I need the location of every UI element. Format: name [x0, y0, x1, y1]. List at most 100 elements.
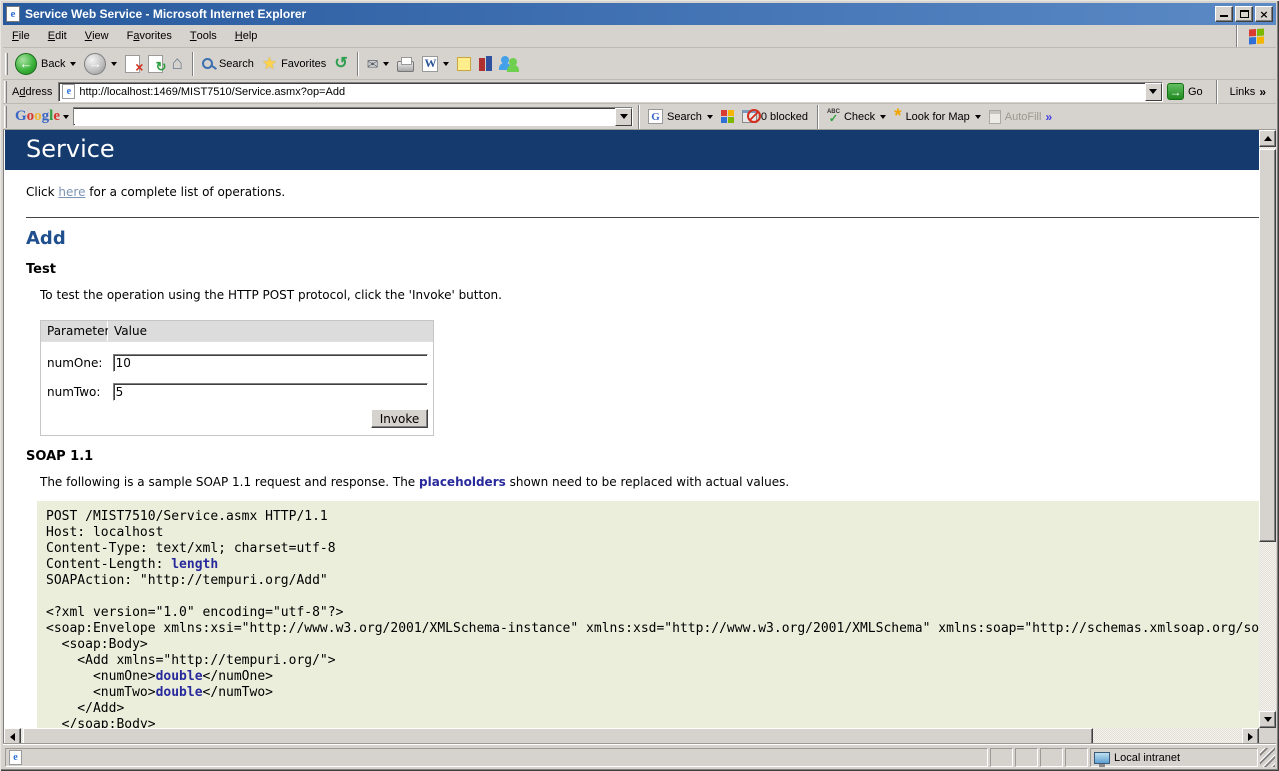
research-button[interactable] [475, 54, 496, 73]
web-page: Service Click here for a complete list o… [5, 130, 1259, 728]
menu-label: E [48, 30, 55, 42]
browser-viewport: Service Click here for a complete list o… [3, 130, 1276, 745]
edit-with-word-button[interactable]: W [418, 54, 453, 74]
google-search-button[interactable]: G Search [644, 107, 717, 126]
home-button[interactable]: ⌂ [167, 52, 186, 75]
edit-dropdown-icon[interactable] [443, 62, 449, 66]
status-pane [1040, 748, 1063, 767]
scroll-down-button[interactable] [1259, 711, 1276, 728]
search-button[interactable]: Search [198, 56, 258, 72]
code-line: <?xml version="1.0" encoding="utf-8"?> [46, 605, 1259, 621]
arrow-left-icon [10, 733, 15, 741]
status-main-pane: e [5, 748, 988, 767]
forward-button[interactable]: → [80, 51, 121, 77]
favorites-button[interactable]: ★ Favorites [258, 53, 331, 74]
scroll-up-button[interactable] [1259, 130, 1276, 147]
google-search-input[interactable] [74, 109, 615, 124]
table-header-row: Parameter Value [41, 321, 433, 342]
arrow-down-icon [1264, 717, 1272, 722]
forward-dropdown-icon[interactable] [111, 62, 117, 66]
menu-tools[interactable]: Tools [181, 25, 226, 47]
test-description: To test the operation using the HTTP POS… [40, 288, 1259, 302]
menu-help[interactable]: Help [226, 25, 267, 47]
vertical-scrollbar[interactable] [1259, 130, 1276, 728]
minimize-button[interactable] [1215, 6, 1233, 22]
vertical-scroll-thumb[interactable] [1259, 149, 1276, 542]
autofill-icon [989, 110, 1001, 124]
look-for-map-button[interactable]: * Look for Map [890, 109, 985, 125]
maximize-button[interactable] [1235, 6, 1253, 22]
check-mark-icon: ✓ [829, 114, 838, 125]
address-input[interactable] [79, 84, 1141, 100]
refresh-button[interactable]: ↻ [144, 53, 167, 75]
scroll-right-button[interactable] [1242, 728, 1259, 745]
horizontal-scrollbar[interactable] [4, 728, 1259, 745]
check-label: Check [844, 111, 875, 123]
scroll-left-button[interactable] [4, 728, 21, 745]
addressbar-grip[interactable] [4, 81, 7, 103]
back-button[interactable]: ← Back [11, 51, 80, 77]
map-dropdown-icon[interactable] [975, 115, 981, 119]
column-header-value: Value [108, 321, 433, 341]
status-pane [1065, 748, 1088, 767]
refresh-icon: ↻ [148, 55, 163, 73]
code-line: Host: localhost [46, 525, 1259, 541]
address-label-text: dress [25, 86, 52, 98]
menu-view[interactable]: View [76, 25, 118, 47]
google-logo-letter: e [53, 108, 60, 125]
close-button[interactable]: × [1255, 6, 1273, 22]
parameter-table: Parameter Value numOne: numTwo: Invoke [40, 320, 434, 436]
menu-file[interactable]: File [3, 25, 39, 47]
maximize-icon [1240, 10, 1249, 18]
numone-input[interactable] [113, 354, 428, 372]
print-icon [397, 61, 414, 72]
back-dropdown-icon[interactable] [70, 62, 76, 66]
code-line: SOAPAction: "http://tempuri.org/Add" [46, 573, 1259, 589]
googlebar-grip[interactable] [4, 106, 7, 128]
resize-grip[interactable] [1260, 748, 1275, 767]
menu-favorites[interactable]: Favorites [118, 25, 181, 47]
history-button[interactable]: ↺ [330, 54, 351, 74]
autofill-button[interactable]: AutoFill [985, 108, 1046, 126]
toolbar-grip[interactable] [5, 53, 8, 75]
mail-dropdown-icon[interactable] [383, 62, 389, 66]
google-search-dropdown-button[interactable] [615, 108, 632, 126]
stop-button[interactable]: × [121, 53, 144, 75]
links-bar[interactable]: Links » [1222, 85, 1274, 99]
spellcheck-icon: ABC✓ [827, 109, 840, 125]
table-body: numOne: numTwo: Invoke [41, 342, 433, 435]
status-pane [990, 748, 1013, 767]
links-label: Links [1230, 86, 1256, 98]
code-line: Content-Length: length [46, 557, 1259, 573]
spellcheck-button[interactable]: ABC✓ Check [823, 107, 890, 127]
check-dropdown-icon[interactable] [880, 115, 886, 119]
page-icon: e [62, 84, 75, 99]
menu-edit[interactable]: Edit [39, 25, 76, 47]
menu-bar: File Edit View Favorites Tools Help [3, 25, 1276, 48]
page-info-button[interactable] [717, 108, 738, 125]
search-icon [202, 58, 213, 69]
more-options-chevron-icon[interactable]: » [1045, 110, 1052, 124]
soap-desc-post: shown need to be replaced with actual va… [506, 475, 789, 489]
popup-blocker-button[interactable]: 0 blocked [738, 108, 812, 125]
word-icon: W [422, 56, 438, 72]
test-heading: Test [26, 262, 1259, 277]
address-dropdown-button[interactable] [1145, 83, 1162, 101]
print-button[interactable] [393, 54, 418, 74]
numtwo-input[interactable] [113, 383, 428, 401]
horizontal-scroll-thumb[interactable] [23, 728, 1093, 745]
param-label-numone: numOne: [45, 356, 113, 370]
placeholders-keyword: placeholders [419, 475, 506, 489]
soap-description: The following is a sample SOAP 1.1 reque… [40, 475, 1259, 489]
invoke-button[interactable]: Invoke [371, 409, 428, 428]
go-button[interactable]: → Go [1163, 82, 1211, 101]
mail-button[interactable]: ✉ [363, 55, 394, 73]
param-label-numtwo: numTwo: [45, 385, 113, 399]
discuss-button[interactable] [453, 55, 475, 73]
google-logo-dropdown-icon[interactable] [63, 115, 69, 119]
google-search-options-icon[interactable] [707, 115, 713, 119]
operations-list-link[interactable]: here [58, 185, 85, 199]
google-logo[interactable]: Google [10, 108, 62, 125]
messenger-button[interactable] [496, 54, 524, 74]
menu-label: T [190, 30, 197, 42]
